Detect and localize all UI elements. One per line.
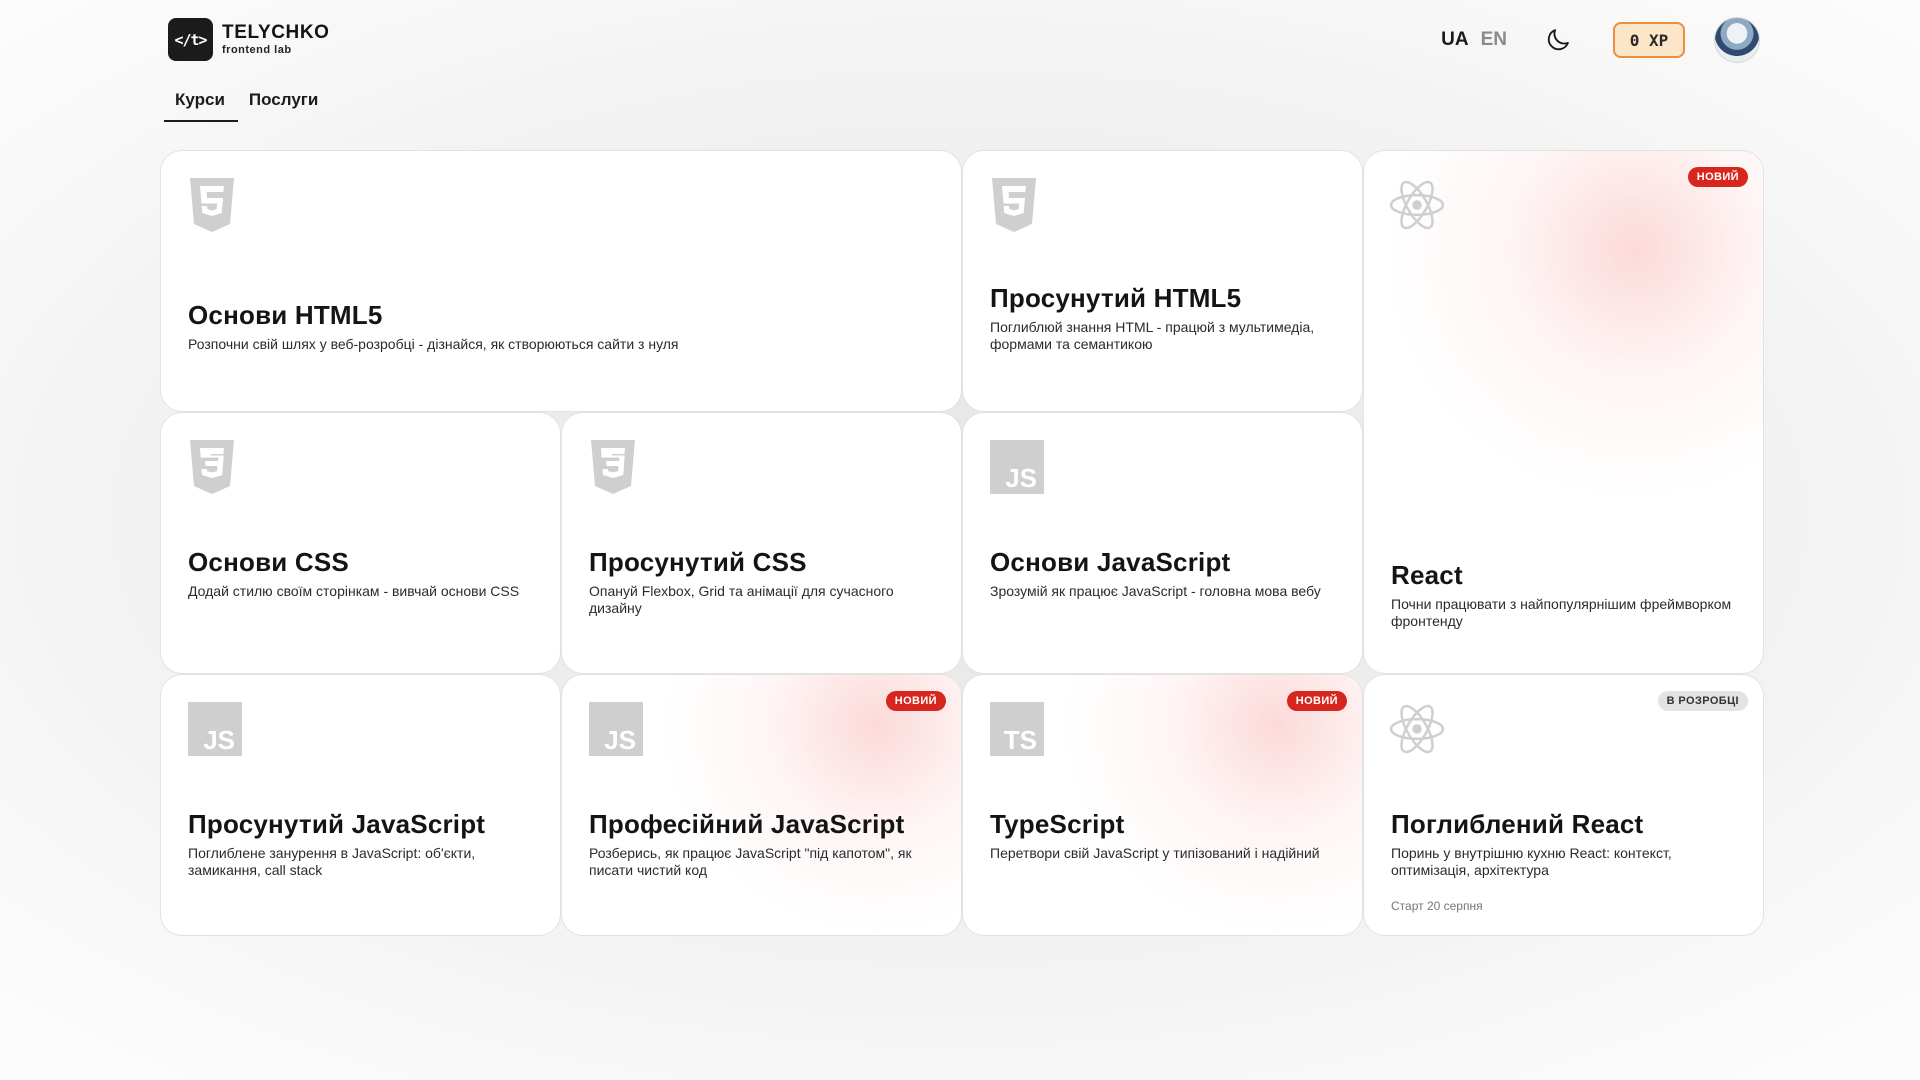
course-card-typescript[interactable]: НОВИЙ TS TypeScript Перетвори свій JavaS…: [962, 674, 1363, 936]
svg-text:JS: JS: [1005, 463, 1037, 493]
svg-text:JS: JS: [203, 725, 235, 755]
logo-mark: </t>: [168, 18, 213, 61]
courses-grid: Основи HTML5 Розпочни свій шлях у веб-ро…: [160, 150, 1764, 936]
css3-icon: [591, 440, 635, 494]
xp-badge[interactable]: 0 XP: [1613, 22, 1685, 58]
card-description: Зрозумій як працює JavaScript - головна …: [990, 582, 1321, 599]
css3-icon: [190, 440, 234, 494]
js-icon: JS: [188, 702, 242, 756]
card-description: Розберись, як працює JavaScript "під кап…: [589, 844, 912, 878]
moon-icon: [1547, 29, 1569, 51]
course-card-css[interactable]: Основи CSS Додай стилю своїм сторінкам -…: [160, 412, 561, 674]
js-icon: JS: [589, 702, 643, 756]
card-description: Поринь у внутрішню кухню React: контекст…: [1391, 844, 1672, 878]
new-badge: НОВИЙ: [1286, 691, 1347, 711]
card-title: Поглиблений React: [1391, 809, 1644, 839]
tab-courses[interactable]: Курси: [164, 88, 238, 122]
lang-en-button[interactable]: EN: [1481, 29, 1507, 51]
card-description: Розпочни свій шлях у веб-розробці - дізн…: [188, 335, 679, 352]
new-badge: НОВИЙ: [1687, 167, 1748, 187]
card-title: Основи HTML5: [188, 300, 383, 330]
card-description: Почни працювати з найпопулярнішим фреймв…: [1391, 595, 1732, 629]
card-title: Просунутий CSS: [589, 547, 807, 577]
course-card-professional-javascript[interactable]: НОВИЙ JS Професійний JavaScript Розберис…: [561, 674, 962, 936]
html5-icon: [190, 178, 234, 232]
avatar[interactable]: [1714, 17, 1760, 63]
card-title: Просунутий HTML5: [990, 283, 1242, 313]
svg-text:TS: TS: [1004, 725, 1037, 755]
course-card-javascript[interactable]: JS Основи JavaScript Зрозумій як працює …: [962, 412, 1363, 674]
react-icon: [1389, 704, 1445, 754]
html5-icon: [992, 178, 1036, 232]
ts-icon: TS: [990, 702, 1044, 756]
lang-ua-button[interactable]: UA: [1441, 29, 1468, 51]
logo-text: TELYCHKO frontend lab: [222, 23, 330, 56]
card-description: Перетвори свій JavaScript у типізований …: [990, 844, 1320, 861]
course-card-advanced-javascript[interactable]: JS Просунутий JavaScript Поглиблене зану…: [160, 674, 561, 936]
card-description: Додай стилю своїм сторінкам - вивчай осн…: [188, 582, 520, 599]
card-title: React: [1391, 560, 1463, 590]
theme-toggle-button[interactable]: [1541, 23, 1575, 57]
course-card-advanced-react[interactable]: В РОЗРОБЦІ Поглиблений React Поринь у вн…: [1363, 674, 1764, 936]
card-title: Професійний JavaScript: [589, 809, 905, 839]
course-card-html5[interactable]: Основи HTML5 Розпочни свій шлях у веб-ро…: [160, 150, 962, 412]
course-card-react[interactable]: НОВИЙ React Почни працювати з найпопуляр…: [1363, 150, 1764, 674]
card-title: Основи JavaScript: [990, 547, 1231, 577]
card-description: Поглиблене занурення в JavaScript: об'єк…: [188, 844, 476, 878]
new-badge: НОВИЙ: [885, 691, 946, 711]
header-controls: UA EN 0 XP: [1441, 17, 1760, 63]
course-card-advanced-html5[interactable]: Просунутий HTML5 Поглиблюй знання HTML -…: [962, 150, 1363, 412]
header: </t> TELYCHKO frontend lab UA EN 0 XP: [168, 17, 1760, 63]
js-icon: JS: [990, 440, 1044, 494]
card-title: Просунутий JavaScript: [188, 809, 486, 839]
tab-services[interactable]: Послуги: [238, 88, 329, 122]
brand-logo[interactable]: </t> TELYCHKO frontend lab: [168, 18, 330, 61]
react-icon: [1389, 180, 1445, 230]
main-tabs: Курси Послуги: [164, 88, 329, 122]
start-date: Старт 20 серпня: [1391, 898, 1483, 913]
card-description: Опануй Flexbox, Grid та анімації для суч…: [589, 582, 894, 616]
brand-name: TELYCHKO: [222, 22, 330, 43]
card-description: Поглиблюй знання HTML - працюй з мультим…: [990, 318, 1315, 352]
in-development-badge: В РОЗРОБЦІ: [1657, 691, 1748, 711]
course-card-advanced-css[interactable]: Просунутий CSS Опануй Flexbox, Grid та а…: [561, 412, 962, 674]
card-title: Основи CSS: [188, 547, 349, 577]
brand-subtitle: frontend lab: [222, 44, 292, 56]
svg-text:JS: JS: [604, 725, 636, 755]
card-title: TypeScript: [990, 809, 1125, 839]
